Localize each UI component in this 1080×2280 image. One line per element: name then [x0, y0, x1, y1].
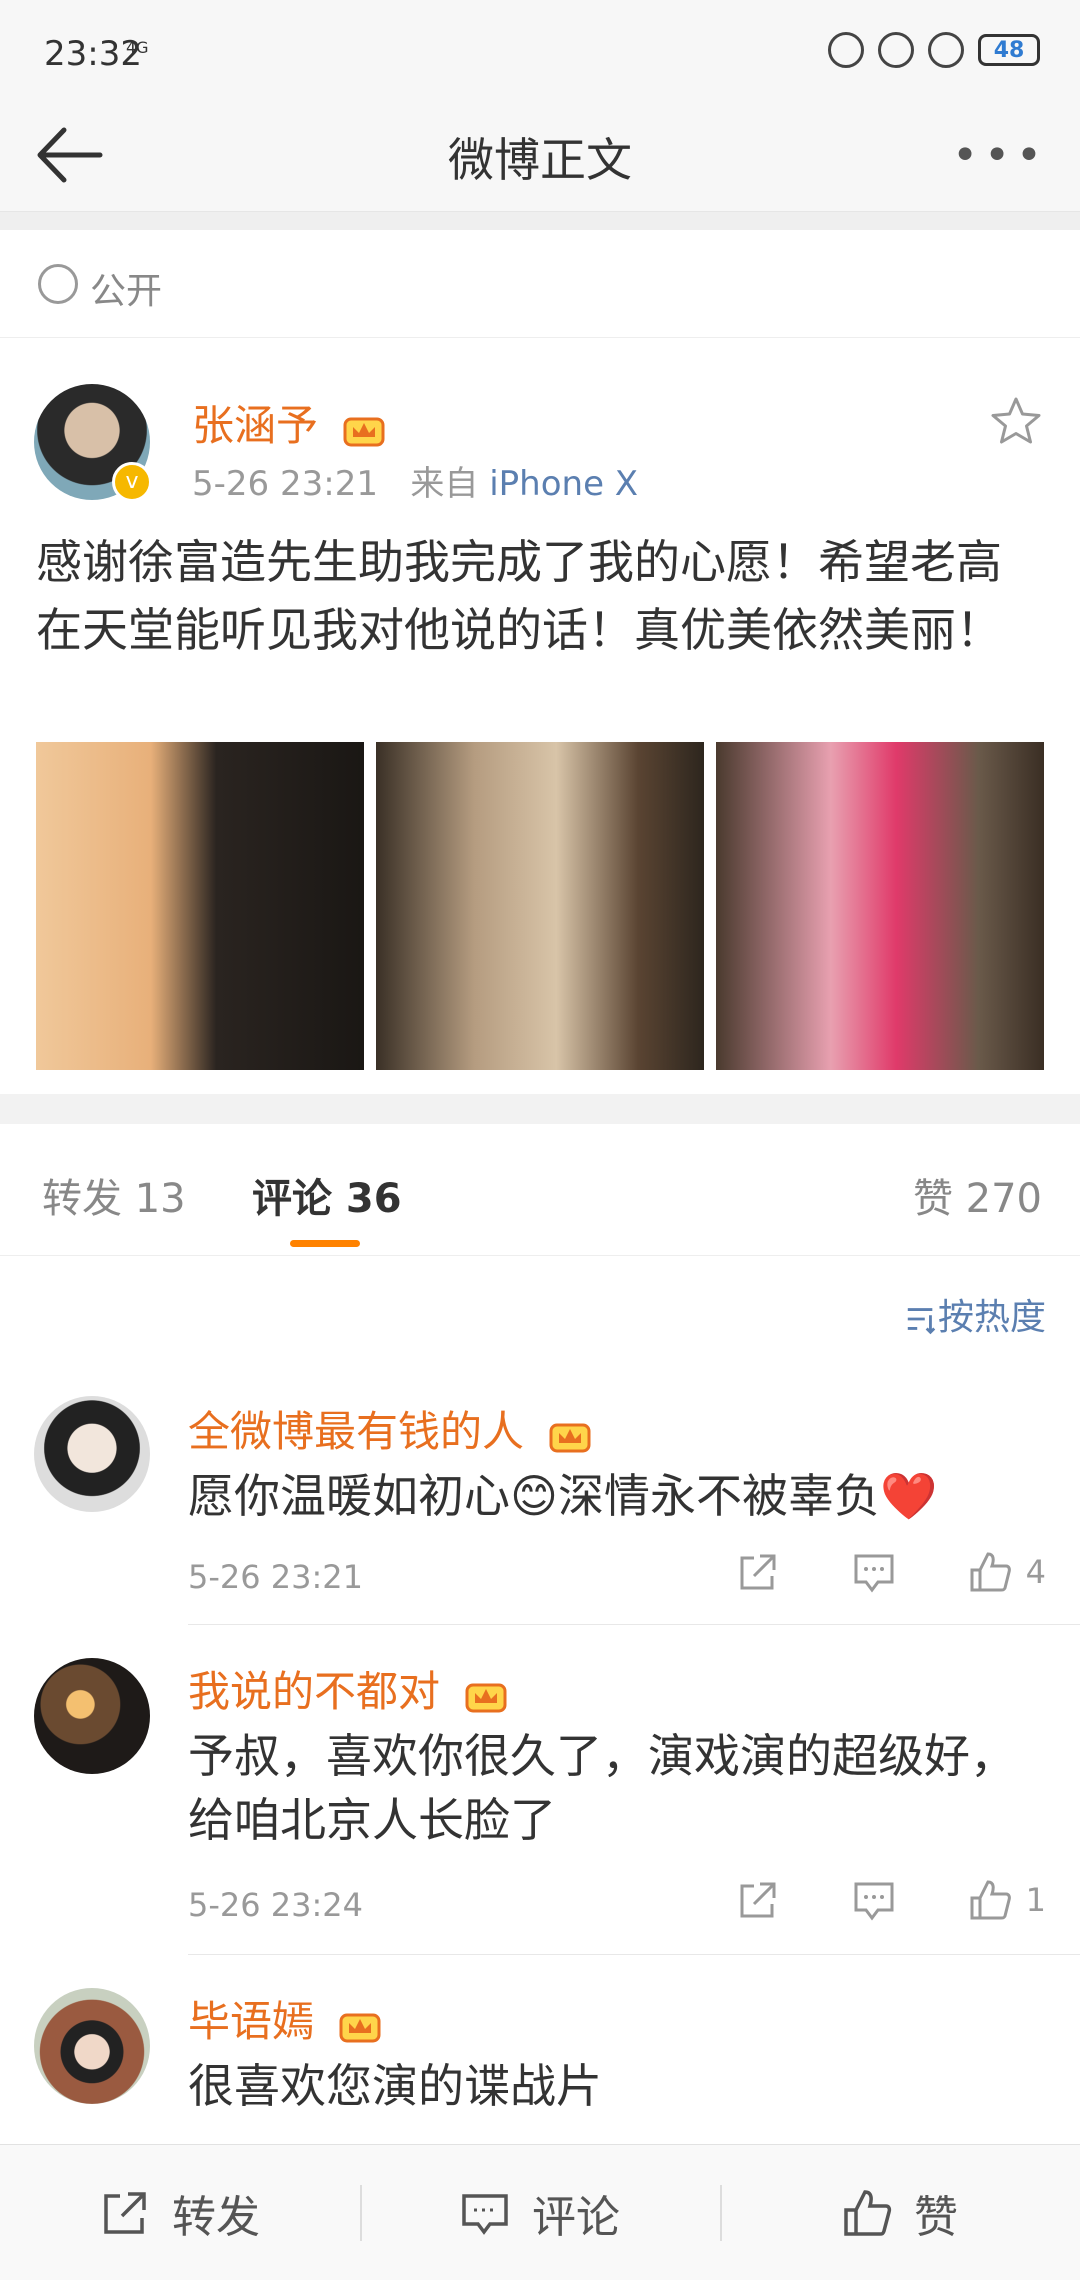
tab-comment[interactable]: 评论 36: [252, 1166, 402, 1224]
commenter-name-row[interactable]: 全微博最有钱的人: [188, 1398, 593, 1459]
comment-item: 全微博最有钱的人 愿你温暖如初心😊深情永不被辜负❤️ 5-26 23:21 4: [0, 1376, 1080, 1626]
post-time: 5-26 23:21: [192, 464, 378, 504]
commenter-name-row[interactable]: 毕语嫣: [188, 1988, 383, 2049]
thumb-up-icon: [844, 2189, 892, 2236]
sort-by-heat[interactable]: 按热度: [904, 1288, 1046, 1340]
commenter-name[interactable]: 我说的不都对: [188, 1667, 440, 1716]
share-icon: [104, 2191, 146, 2234]
visibility-row: 公开: [0, 230, 1080, 338]
vibrate-icon: [828, 32, 864, 68]
vip-crown-icon: [465, 1683, 507, 1712]
post-photo[interactable]: [36, 742, 364, 1070]
comment-button[interactable]: 评论: [360, 2145, 720, 2280]
battery-icon: 48: [978, 34, 1040, 66]
repost-label[interactable]: 转发: [172, 2181, 260, 2245]
post-photo[interactable]: [716, 742, 1044, 1070]
comment-label[interactable]: 评论: [532, 2181, 620, 2245]
comment-text: 予叔，喜欢你很久了，演戏演的超级好，给咱北京人长脸了: [188, 1729, 1016, 1847]
like-count: 1: [1025, 1881, 1046, 1919]
page-title: 微博正文: [448, 133, 632, 187]
status-icons: 48: [828, 32, 1040, 68]
reply-icon[interactable]: [852, 1550, 896, 1594]
post-card: v 张涵予 5-26 23:21 来自 iPhone X 感谢徐富造先生助我完成…: [0, 338, 1080, 1094]
vip-crown-icon: [343, 417, 385, 446]
like-control[interactable]: 1: [968, 1878, 1046, 1922]
comment-item: 我说的不都对 予叔，喜欢你很久了，演戏演的超级好，给咱北京人长脸了 5-26 2…: [0, 1636, 1080, 1956]
more-options-icon[interactable]: •••: [952, 130, 1048, 181]
author-name[interactable]: 张涵予: [192, 401, 318, 450]
vip-crown-icon: [339, 2013, 381, 2042]
alarm-icon: [928, 32, 964, 68]
comment-text: 愿你温暖如初心😊深情永不被辜负❤️: [188, 1469, 938, 1523]
sort-icon: [907, 1308, 936, 1335]
repost-button[interactable]: 转发: [0, 2145, 360, 2280]
commenter-name[interactable]: 毕语嫣: [188, 1997, 314, 2046]
comment-text: 很喜欢您演的谍战片: [188, 2059, 602, 2113]
interaction-tabs: 转发 13 评论 36 赞 270: [0, 1124, 1080, 1256]
tab-like[interactable]: 赞 270: [913, 1166, 1042, 1224]
comment-time: 5-26 23:21: [188, 1558, 364, 1596]
post-text: 感谢徐富造先生助我完成了我的心愿！希望老高在天堂能听见我对他说的话！真优美依然美…: [36, 535, 1002, 657]
comment-actions: 4: [736, 1550, 1046, 1594]
lock-icon: [878, 32, 914, 68]
share-icon[interactable]: [736, 1878, 780, 1922]
like-button[interactable]: 赞: [720, 2145, 1080, 2280]
thumb-up-icon[interactable]: [968, 1550, 1012, 1594]
status-bar: 23:32 4G 48: [0, 0, 1080, 100]
commenter-avatar[interactable]: [34, 1396, 150, 1512]
post-source[interactable]: iPhone X: [489, 464, 638, 504]
comment-icon: [462, 2193, 508, 2235]
comment-divider: [188, 1624, 1080, 1625]
source-prefix: 来自: [410, 464, 479, 504]
nav-bar: 微博正文 •••: [0, 100, 1080, 212]
comment-time: 5-26 23:24: [188, 1886, 364, 1924]
like-count: 4: [1025, 1553, 1046, 1591]
commenter-avatar[interactable]: [34, 1658, 150, 1774]
post-photo[interactable]: [376, 742, 704, 1070]
thumb-up-icon[interactable]: [968, 1878, 1012, 1922]
like-control[interactable]: 4: [968, 1550, 1046, 1594]
bottom-action-bar: 转发 评论 赞: [0, 2144, 1080, 2280]
sort-label[interactable]: 按热度: [938, 1297, 1046, 1338]
favorite-star-icon[interactable]: [988, 394, 1044, 450]
verified-badge-icon: v: [112, 462, 152, 502]
like-label[interactable]: 赞: [914, 2181, 958, 2245]
commenter-avatar[interactable]: [34, 1988, 150, 2104]
reply-icon[interactable]: [852, 1878, 896, 1922]
author-name-row[interactable]: 张涵予: [192, 392, 387, 453]
commenter-name-row[interactable]: 我说的不都对: [188, 1658, 509, 1719]
section-gap: [0, 212, 1080, 230]
globe-icon: [38, 264, 78, 304]
comment-actions: 1: [736, 1878, 1046, 1922]
commenter-name[interactable]: 全微博最有钱的人: [188, 1407, 524, 1456]
network-type: 4G: [126, 38, 149, 57]
comment-divider: [188, 1954, 1080, 1955]
sort-bar: 按热度: [0, 1256, 1080, 1376]
share-icon[interactable]: [736, 1550, 780, 1594]
active-tab-indicator: [290, 1240, 360, 1247]
post-photos: [36, 742, 1044, 1070]
post-meta: 5-26 23:21 来自 iPhone X: [192, 456, 638, 505]
section-gap: [0, 1094, 1080, 1124]
visibility-label: 公开: [90, 271, 163, 312]
comment-item: 毕语嫣 很喜欢您演的谍战片: [0, 1966, 1080, 2144]
tab-repost[interactable]: 转发 13: [42, 1166, 186, 1224]
vip-crown-icon: [549, 1423, 591, 1452]
